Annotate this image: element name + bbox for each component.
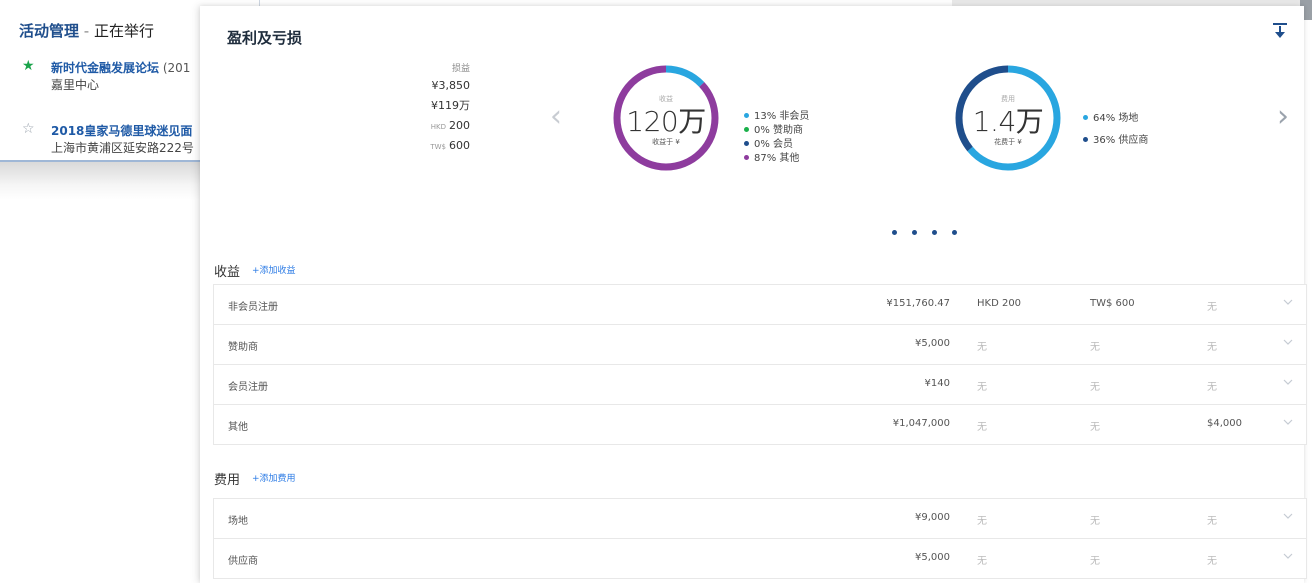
- expense-section-title: 费用: [214, 473, 241, 488]
- add-income-link[interactable]: +添加收益: [252, 263, 296, 276]
- hkd-amount: 无: [977, 422, 987, 433]
- carousel-prev-button[interactable]: ‹: [550, 102, 562, 132]
- legend-dot: [1083, 136, 1088, 142]
- row-name: 场地: [228, 516, 248, 527]
- table-row[interactable]: 赞助商 ¥5,000 无 无 无: [213, 325, 1307, 365]
- event-name: 新时代金融发展论坛 (201: [51, 61, 191, 75]
- pager-dot[interactable]: [952, 230, 957, 235]
- chevron-down-icon[interactable]: [1282, 416, 1294, 428]
- background-window-shadow: [0, 162, 210, 200]
- legend-item: 0% 赞助商: [744, 124, 809, 138]
- add-expense-link[interactable]: +添加费用: [252, 471, 296, 484]
- hkd-amount: 无: [977, 382, 987, 393]
- summary-value: ¥3,850: [431, 79, 471, 92]
- twd-amount: 无: [1090, 556, 1100, 567]
- star-outline-icon[interactable]: ☆: [22, 122, 35, 136]
- carousel-pager[interactable]: [892, 220, 972, 239]
- twd-amount: 无: [1090, 382, 1100, 393]
- pager-dot[interactable]: [912, 230, 917, 235]
- income-donut-chart: 收益 120万 收益于 ¥: [612, 64, 720, 172]
- chevron-down-icon[interactable]: [1282, 296, 1294, 308]
- expense-donut-sublabel: 花费于 ¥: [994, 138, 1022, 146]
- income-donut-value: 120万: [626, 105, 706, 138]
- income-legend: 13% 非会员 0% 赞助商 0% 会员 87% 其他: [744, 110, 809, 166]
- legend-item: 64% 场地: [1083, 108, 1148, 130]
- rmb-amount: ¥140: [924, 378, 950, 389]
- twd-amount: 无: [1090, 516, 1100, 527]
- chevron-down-icon[interactable]: [1282, 376, 1294, 388]
- table-row[interactable]: 场地 ¥9,000 无 无 无: [213, 499, 1307, 539]
- carousel-next-button[interactable]: ›: [1277, 102, 1289, 132]
- rmb-amount: ¥151,760.47: [886, 298, 950, 309]
- row-name: 其他: [228, 422, 248, 433]
- legend-dot: [744, 126, 749, 132]
- other-amount: 无: [1207, 556, 1217, 567]
- profit-loss-panel: 盈利及亏损 损益 ¥3,850 ¥119万 HKD 200 TW$ 600 ‹ › …: [200, 6, 1307, 583]
- rmb-amount: ¥5,000: [915, 338, 950, 349]
- table-row[interactable]: 会员注册 ¥140 无 无 无: [213, 365, 1307, 405]
- rmb-amount: ¥1,047,000: [892, 418, 950, 429]
- twd-amount: 无: [1090, 422, 1100, 433]
- event-management-title: 活动管理 - 正在举行: [19, 22, 154, 40]
- event-address: 上海市黄浦区延安路222号: [51, 141, 194, 155]
- rmb-amount: ¥5,000: [915, 552, 950, 563]
- event-name: 2018皇家马德里球迷见面: [51, 124, 193, 138]
- row-name: 赞助商: [228, 342, 258, 353]
- legend-item: 0% 会员: [744, 138, 809, 152]
- twd-amount: 无: [1090, 342, 1100, 353]
- table-row[interactable]: 供应商 ¥5,000 无 无 无: [213, 539, 1307, 579]
- twd-amount: TW$ 600: [1090, 298, 1135, 309]
- other-amount: 无: [1207, 516, 1217, 527]
- rmb-amount: ¥9,000: [915, 512, 950, 523]
- expense-donut-chart: 费用 1.4万 花费于 ¥: [954, 64, 1062, 172]
- legend-item: 87% 其他: [744, 152, 809, 166]
- legend-dot: [1083, 114, 1088, 120]
- expense-legend: 64% 场地 36% 供应商: [1083, 108, 1148, 152]
- star-filled-icon[interactable]: ★: [22, 59, 35, 73]
- hkd-amount: HKD 200: [977, 298, 1022, 309]
- table-row[interactable]: 非会员注册 ¥151,760.47 HKD 200 TW$ 600 无: [213, 285, 1307, 325]
- pager-dot[interactable]: [892, 230, 897, 235]
- other-amount: 无: [1207, 342, 1217, 353]
- pager-dot[interactable]: [932, 230, 937, 235]
- summary-label: 损益: [451, 64, 470, 74]
- expense-donut-value: 1.4万: [972, 105, 1044, 138]
- legend-dot: [744, 154, 749, 160]
- legend-dot: [744, 140, 749, 146]
- hkd-amount: 无: [977, 342, 987, 353]
- legend-item: 36% 供应商: [1083, 130, 1148, 152]
- income-section-title: 收益: [214, 265, 241, 280]
- row-name: 非会员注册: [228, 302, 278, 313]
- income-donut-sublabel: 收益于 ¥: [652, 138, 680, 146]
- profit-summary: 损益 ¥3,850 ¥119万 HKD 200 TW$ 600: [410, 62, 470, 156]
- row-name: 供应商: [228, 556, 258, 567]
- other-amount: 无: [1207, 302, 1217, 313]
- table-row[interactable]: 其他 ¥1,047,000 无 无 $4,000: [213, 405, 1307, 445]
- legend-dot: [744, 112, 749, 118]
- legend-item: 13% 非会员: [744, 110, 809, 124]
- hkd-amount: 无: [977, 516, 987, 527]
- summary-value: HKD 200: [430, 119, 470, 132]
- event-address: 嘉里中心: [51, 78, 100, 92]
- other-amount: 无: [1207, 382, 1217, 393]
- download-icon[interactable]: [1272, 22, 1288, 40]
- expense-table: 场地 ¥9,000 无 无 无 供应商 ¥5,000 无 无 无: [213, 498, 1307, 579]
- panel-title: 盈利及亏损: [227, 29, 303, 47]
- summary-value: ¥119万: [431, 99, 470, 112]
- other-amount: $4,000: [1207, 418, 1242, 429]
- income-table: 非会员注册 ¥151,760.47 HKD 200 TW$ 600 无 赞助商 …: [213, 284, 1307, 445]
- chevron-down-icon[interactable]: [1282, 336, 1294, 348]
- row-name: 会员注册: [228, 382, 268, 393]
- summary-value: TW$ 600: [430, 139, 470, 152]
- hkd-amount: 无: [977, 556, 987, 567]
- chevron-down-icon[interactable]: [1282, 510, 1294, 522]
- chevron-down-icon[interactable]: [1282, 550, 1294, 562]
